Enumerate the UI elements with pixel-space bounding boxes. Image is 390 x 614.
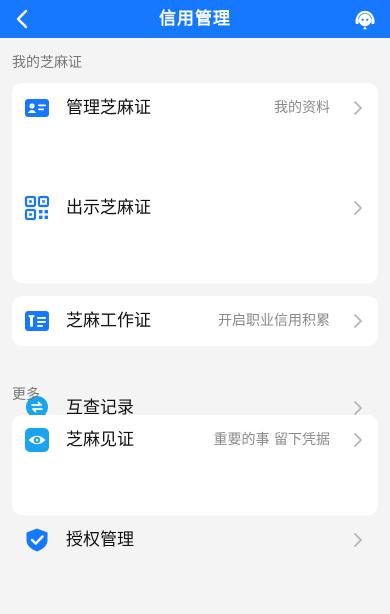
customer-service-icon <box>355 10 375 30</box>
chevron-right-icon <box>354 401 362 415</box>
show-zhima-label: 出示芝麻证 <box>66 198 151 218</box>
chevron-right-icon <box>354 201 362 215</box>
customer-service-button[interactable] <box>352 6 378 32</box>
work-card-group: 芝麻工作证 开启职业信用积累 <box>12 296 378 346</box>
chevron-right-icon <box>354 101 362 115</box>
chevron-right-icon <box>354 433 362 447</box>
zhima-work-label: 芝麻工作证 <box>66 311 151 331</box>
section-title-more: 更多 <box>12 387 40 403</box>
zhima-witness-label: 芝麻见证 <box>66 430 134 450</box>
zhima-witness-row[interactable]: 芝麻见证 重要的事 留下凭据 <box>12 415 378 465</box>
qr-code-icon <box>24 195 50 221</box>
auth-manage-label: 授权管理 <box>66 530 134 550</box>
page-title: 信用管理 <box>159 9 231 29</box>
work-badge-icon <box>24 308 50 334</box>
manage-zhima-label: 管理芝麻证 <box>66 98 151 118</box>
zhima-witness-sub: 重要的事 留下凭据 <box>213 432 330 448</box>
chevron-right-icon <box>354 533 362 547</box>
manage-zhima-row[interactable]: 管理芝麻证 我的资料 <box>12 83 378 133</box>
more-card-group: 芝麻见证 重要的事 留下凭据 授权管理 <box>12 415 378 552</box>
zhima-work-row[interactable]: 芝麻工作证 开启职业信用积累 <box>12 296 378 346</box>
shield-check-icon <box>24 527 50 553</box>
eye-icon <box>24 427 50 453</box>
chevron-right-icon <box>354 314 362 328</box>
show-zhima-row[interactable]: 出示芝麻证 <box>12 183 378 233</box>
auth-manage-row[interactable]: 授权管理 <box>12 515 378 565</box>
zhima-card-group: 管理芝麻证 我的资料 出示芝麻证 互查记录 <box>12 83 378 421</box>
section-title-my-zhima: 我的芝麻证 <box>12 55 82 71</box>
id-card-icon <box>24 95 50 121</box>
zhima-work-sub: 开启职业信用积累 <box>218 313 330 329</box>
manage-zhima-sub: 我的资料 <box>274 100 330 116</box>
top-bar: 信用管理 <box>0 0 390 38</box>
